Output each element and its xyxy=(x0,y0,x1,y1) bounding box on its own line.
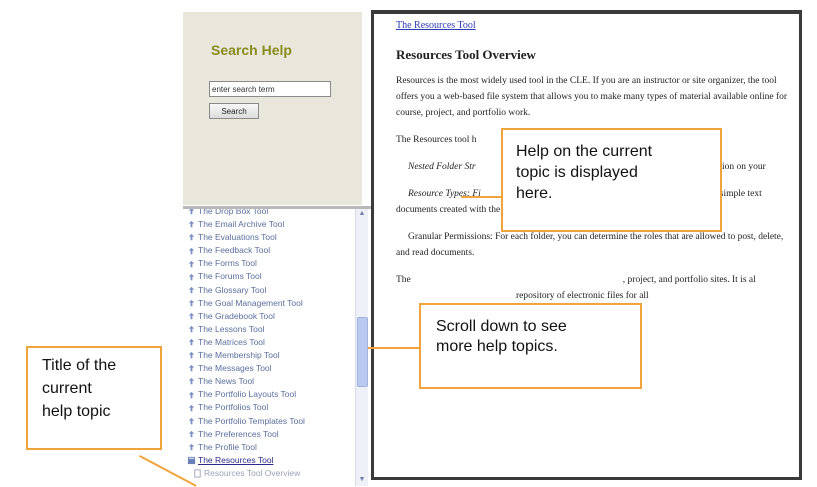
help-topic-label: The Glossary Tool xyxy=(198,284,267,295)
help-topic-label: The Feedback Tool xyxy=(198,245,271,256)
help-topic-item[interactable]: The Membership Tool xyxy=(183,349,305,362)
topic-icon xyxy=(188,404,195,411)
help-topic-label: The Portfolios Tool xyxy=(198,402,269,413)
help-topic-item[interactable]: The Portfolio Layouts Tool xyxy=(183,388,305,401)
topic-icon xyxy=(188,378,195,385)
help-topic-item[interactable]: The Forums Tool xyxy=(183,270,305,283)
help-topic-item[interactable]: The Portfolio Templates Tool xyxy=(183,415,305,428)
callout-line: help topic xyxy=(42,403,111,420)
search-input[interactable] xyxy=(209,81,331,97)
callout-line: topic is displayed xyxy=(516,164,638,181)
help-topic-item[interactable]: The Matrices Tool xyxy=(183,336,305,349)
help-topic-label: The Email Archive Tool xyxy=(198,219,285,230)
help-topic-item[interactable]: The Messages Tool xyxy=(183,362,305,375)
intro-paragraph: Resources is the most widely used tool i… xyxy=(396,76,788,118)
page-title: Resources Tool Overview xyxy=(396,47,536,62)
help-topic-label: The Membership Tool xyxy=(198,350,280,361)
help-topic-item[interactable]: The Forms Tool xyxy=(183,257,305,270)
help-topic-item[interactable]: The Evaluations Tool xyxy=(183,231,305,244)
topic-icon xyxy=(188,352,195,359)
topic-icon xyxy=(188,391,195,398)
topic-icon xyxy=(188,260,195,267)
topic-icon xyxy=(188,273,195,280)
topic-icon xyxy=(188,286,195,294)
help-topic-item[interactable]: Resources Tool Overview xyxy=(183,467,305,480)
topic-title-callout: Title of the current help topic xyxy=(26,346,162,450)
scroll-down-arrow-icon[interactable]: ▼ xyxy=(357,475,367,485)
help-topic-label: The News Tool xyxy=(198,376,255,387)
help-topic-item[interactable]: The Glossary Tool xyxy=(183,284,305,297)
topic-icon xyxy=(188,221,195,228)
help-topic-label: The Profile Tool xyxy=(198,441,257,452)
help-topic-item[interactable]: The Email Archive Tool xyxy=(183,218,305,231)
callout-line: Scroll down to see xyxy=(436,318,567,335)
help-topics-list: The Drop Box Tool The Email Archive Tool T… xyxy=(183,209,305,480)
scroll-callout: Scroll down to see more help topics. xyxy=(419,303,642,389)
topic-icon xyxy=(188,339,195,346)
help-topic-label: The Portfolio Layouts Tool xyxy=(198,389,297,400)
help-topic-item[interactable]: The News Tool xyxy=(183,375,305,388)
help-topic-label: The Resources Tool xyxy=(198,454,274,465)
help-topic-label: The Forms Tool xyxy=(198,258,257,269)
help-content-callout: Help on the current topic is displayed h… xyxy=(501,128,722,232)
help-topic-item[interactable]: The Profile Tool xyxy=(183,441,305,454)
topic-icon xyxy=(188,299,195,307)
help-topic-item[interactable]: The Gradebook Tool xyxy=(183,310,305,323)
help-callout-connector xyxy=(461,196,501,198)
help-topic-label: The Matrices Tool xyxy=(198,336,265,347)
help-topic-item[interactable]: The Portfolios Tool xyxy=(183,401,305,414)
closing-text-mid: , project, and portfolio sites. It is al xyxy=(622,275,756,285)
closing-text-end: repository of electronic files for all xyxy=(516,291,649,301)
page-icon xyxy=(194,469,201,478)
book-icon xyxy=(187,456,196,465)
topic-icon xyxy=(188,417,195,424)
breadcrumb-link[interactable]: The Resources Tool xyxy=(396,20,796,31)
help-topic-item[interactable]: The Feedback Tool xyxy=(183,244,305,257)
topic-icon xyxy=(188,443,195,451)
help-topic-label: The Gradebook Tool xyxy=(198,310,275,321)
help-content-frame: The Resources Tool Resources Tool Overvi… xyxy=(371,10,802,480)
help-topic-item[interactable]: The Drop Box Tool xyxy=(183,209,305,218)
nested-folder-text: Nested Folder Str xyxy=(408,162,476,172)
callout-line: Help on the current xyxy=(516,143,653,160)
scroll-up-arrow-icon[interactable]: ▲ xyxy=(357,209,367,219)
closing-paragraph: The , project, and portfolio sites. It is… xyxy=(396,272,796,304)
topic-icon xyxy=(188,312,195,320)
granular-permissions-paragraph: Granular Permissions: For each folder, y… xyxy=(396,232,784,258)
callout-line: more help topics. xyxy=(436,338,558,355)
help-topic-item[interactable]: The Resources Tool xyxy=(183,454,305,467)
topic-icon xyxy=(188,247,195,254)
search-button[interactable]: Search xyxy=(209,103,259,119)
help-topic-item[interactable]: The Goal Management Tool xyxy=(183,297,305,310)
nav-scrollbar[interactable]: ▲ ▼ xyxy=(355,209,368,486)
help-topic-label: The Preferences Tool xyxy=(198,428,279,439)
help-topic-label: The Messages Tool xyxy=(198,363,272,374)
help-topic-label: The Forums Tool xyxy=(198,271,262,282)
topic-icon xyxy=(188,209,195,215)
scroll-callout-connector xyxy=(368,347,419,349)
help-topic-label: Resources Tool Overview xyxy=(204,467,301,478)
help-topic-label: The Drop Box Tool xyxy=(198,209,269,216)
help-topic-label: The Lessons Tool xyxy=(198,323,265,334)
tool-summary-text: The Resources tool h xyxy=(396,135,477,145)
search-help-panel: Search Help Search xyxy=(183,12,362,205)
topic-icon xyxy=(188,325,195,333)
help-topic-item[interactable]: The Lessons Tool xyxy=(183,323,305,336)
callout-line: Title of the xyxy=(42,357,117,374)
closing-text-start: The xyxy=(396,275,411,285)
search-help-title: Search Help xyxy=(211,42,292,58)
scroll-thumb[interactable] xyxy=(357,317,368,387)
topic-icon xyxy=(188,365,195,372)
help-topic-item[interactable]: The Preferences Tool xyxy=(183,428,305,441)
callout-line: here. xyxy=(516,185,553,202)
help-topic-label: The Portfolio Templates Tool xyxy=(198,415,305,426)
help-topic-label: The Evaluations Tool xyxy=(198,232,277,243)
callout-line: current xyxy=(42,380,92,397)
help-topics-nav: The Drop Box Tool The Email Archive Tool T… xyxy=(183,209,355,486)
topic-icon xyxy=(188,234,195,241)
help-topic-label: The Goal Management Tool xyxy=(198,297,303,308)
topic-icon xyxy=(188,430,195,438)
